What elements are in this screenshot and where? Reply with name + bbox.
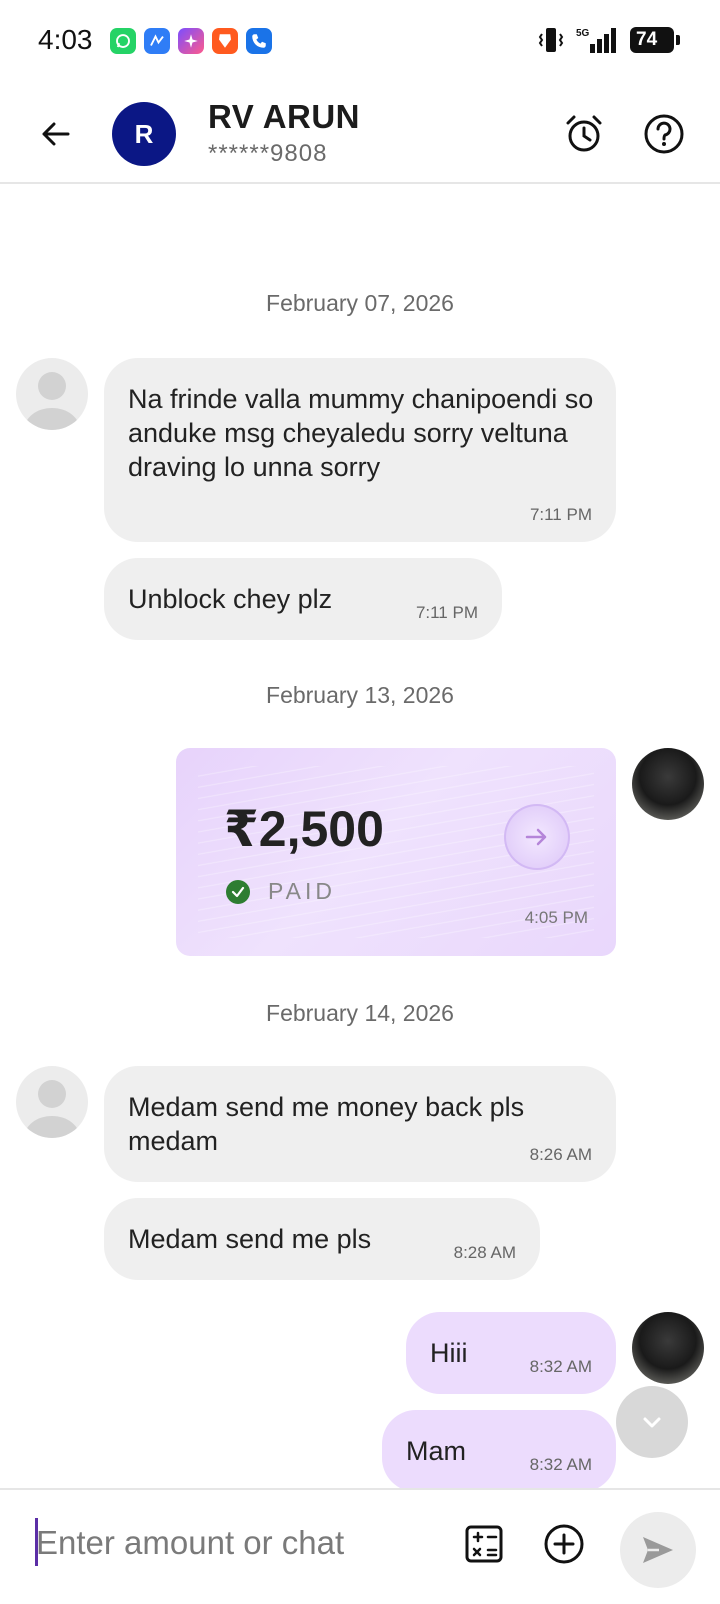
- payment-time: 4:05 PM: [524, 908, 588, 927]
- battery-level: 74: [636, 29, 658, 50]
- message-time: 7:11 PM: [415, 603, 478, 622]
- status-time: 4:03: [38, 24, 93, 55]
- message-bubble-outgoing[interactable]: Mam 8:32 AM: [382, 1410, 616, 1492]
- message-time: 8:26 AM: [529, 1145, 592, 1164]
- payment-card[interactable]: ₹2,500 PAID 4:05 PM: [176, 748, 616, 956]
- check-circle-icon: [226, 879, 250, 904]
- payment-details-button[interactable]: [504, 804, 570, 870]
- message-text: Mam: [406, 1436, 466, 1466]
- date-separator: February 07, 2026: [266, 290, 454, 316]
- scroll-to-bottom-button[interactable]: [616, 1386, 688, 1458]
- message-text: Hiii: [430, 1338, 468, 1368]
- message-bubble-incoming[interactable]: Unblock chey plz 7:11 PM: [104, 558, 502, 640]
- arrow-right-icon: [525, 828, 547, 846]
- plus-circle-icon: [544, 1524, 584, 1564]
- back-button[interactable]: [34, 112, 78, 156]
- payment-status: PAID: [226, 878, 336, 905]
- message-bubble-incoming[interactable]: Medam send me pls 8:28 AM: [104, 1198, 540, 1280]
- battery-icon: 74: [630, 27, 680, 53]
- message-time: 7:11 PM: [529, 505, 592, 524]
- message-text: Unblock chey plz: [128, 584, 333, 614]
- brave-icon: [212, 28, 238, 54]
- contact-name[interactable]: RV ARUN: [208, 98, 360, 136]
- payment-status-label: PAID: [268, 878, 336, 904]
- alarm-clock-icon: [566, 115, 602, 152]
- reminder-button[interactable]: [560, 110, 608, 158]
- message-bubble-incoming[interactable]: Na frinde valla mummy chanipoendi so and…: [104, 358, 616, 542]
- message-bubble-outgoing[interactable]: Hiii 8:32 AM: [406, 1312, 616, 1394]
- signal-icon: 5G: [576, 28, 616, 53]
- message-time: 8:32 AM: [529, 1455, 592, 1474]
- status-indicators: 5G 74: [538, 26, 680, 54]
- whatsapp-icon: [110, 28, 136, 54]
- peer-avatar: [16, 1066, 88, 1138]
- calculator-button[interactable]: [460, 1520, 508, 1568]
- message-bubble-incoming[interactable]: Medam send me money back pls medam 8:26 …: [104, 1066, 616, 1182]
- status-bar: 4:03 5G 74: [0, 0, 720, 84]
- vibrate-icon: [538, 28, 564, 52]
- default-person-icon: [24, 1080, 80, 1138]
- composer-bar: [0, 1488, 720, 1604]
- default-person-icon: [24, 372, 80, 430]
- attach-button[interactable]: [540, 1520, 588, 1568]
- contact-avatar[interactable]: R: [112, 102, 176, 166]
- network-label: 5G: [576, 28, 590, 39]
- message-time: 8:28 AM: [453, 1243, 516, 1262]
- chat-header: R RV ARUN ******9808: [0, 84, 720, 184]
- chevron-down-icon: [643, 1417, 661, 1428]
- arrow-left-icon: [42, 122, 70, 146]
- help-icon: [644, 114, 684, 154]
- message-text: Medam send me money back pls medam: [128, 1092, 525, 1156]
- message-text: Medam send me pls: [128, 1224, 372, 1254]
- date-separator: February 13, 2026: [266, 682, 454, 708]
- my-avatar: [632, 748, 704, 820]
- messenger-icon: [144, 28, 170, 54]
- photos-icon: [178, 28, 204, 54]
- chat-input[interactable]: [36, 1518, 436, 1568]
- send-icon: [643, 1537, 673, 1563]
- phone-icon: [246, 28, 272, 54]
- calculator-icon: [465, 1525, 503, 1563]
- my-avatar: [632, 1312, 704, 1384]
- text-cursor: [35, 1518, 38, 1566]
- help-button[interactable]: [640, 110, 688, 158]
- date-separator: February 14, 2026: [266, 1000, 454, 1026]
- peer-avatar: [16, 358, 88, 430]
- notification-icons: [110, 28, 272, 54]
- message-text: Na frinde valla mummy chanipoendi so and…: [128, 384, 594, 482]
- payment-amount: ₹2,500: [224, 801, 384, 857]
- contact-phone: ******9808: [208, 140, 328, 167]
- message-time: 8:32 AM: [529, 1357, 592, 1376]
- send-button[interactable]: [620, 1512, 696, 1588]
